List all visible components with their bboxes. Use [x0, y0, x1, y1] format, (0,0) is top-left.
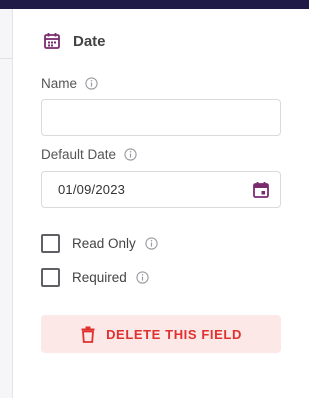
- default-date-value[interactable]: 01/09/2023: [58, 182, 250, 197]
- field-type-title: Date: [73, 32, 106, 50]
- required-option[interactable]: Required: [41, 268, 150, 287]
- calendar-icon: [41, 30, 63, 52]
- info-icon[interactable]: [84, 77, 98, 91]
- delete-field-label: DELETE THIS FIELD: [106, 326, 242, 342]
- info-icon[interactable]: [123, 148, 137, 162]
- required-checkbox[interactable]: [41, 268, 60, 287]
- default-date-field[interactable]: 01/09/2023: [41, 171, 281, 208]
- info-icon[interactable]: [145, 237, 159, 251]
- required-label[interactable]: Required: [72, 270, 127, 285]
- top-bar: [0, 0, 309, 9]
- read-only-label[interactable]: Read Only: [72, 236, 136, 251]
- read-only-option[interactable]: Read Only: [41, 234, 159, 253]
- trash-icon: [80, 325, 96, 343]
- default-date-label-row: Default Date: [41, 147, 137, 162]
- left-panel-edge: [0, 9, 13, 398]
- calendar-icon[interactable]: [250, 179, 272, 201]
- name-label-row: Name: [41, 76, 98, 91]
- info-icon[interactable]: [136, 271, 150, 285]
- left-panel-divider: [0, 58, 13, 59]
- default-date-label: Default Date: [41, 147, 117, 162]
- read-only-checkbox[interactable]: [41, 234, 60, 253]
- delete-field-button[interactable]: DELETE THIS FIELD: [41, 315, 281, 353]
- field-header: Date: [41, 30, 106, 52]
- name-label: Name: [41, 76, 78, 91]
- name-input[interactable]: [42, 100, 280, 135]
- name-field[interactable]: [41, 99, 281, 136]
